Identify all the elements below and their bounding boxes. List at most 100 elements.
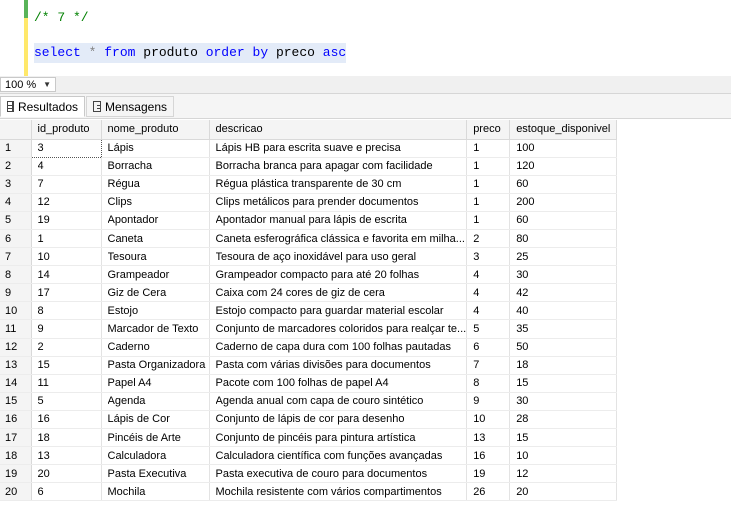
- cell-preco[interactable]: 1: [466, 211, 511, 230]
- table-row[interactable]: 14 11 Papel A4 Pacote com 100 folhas de pap…: [0, 374, 618, 393]
- cell-id-produto[interactable]: 12: [31, 193, 102, 212]
- cell-estoque[interactable]: 20: [509, 482, 618, 502]
- corner-cell[interactable]: [0, 120, 32, 140]
- row-number[interactable]: 1: [0, 139, 32, 158]
- col-header-estoque-disponivel[interactable]: estoque_disponivel: [509, 120, 618, 140]
- cell-estoque[interactable]: 30: [509, 265, 618, 285]
- cell-estoque[interactable]: 60: [509, 211, 618, 230]
- row-number[interactable]: 4: [0, 193, 32, 212]
- results-grid[interactable]: id_produto nome_produto descricao preco …: [0, 120, 618, 502]
- cell-nome-produto[interactable]: Estojo: [101, 301, 210, 321]
- table-row[interactable]: 1 3 Lápis Lápis HB para escrita suave e pre…: [0, 138, 618, 158]
- cell-preco[interactable]: 19: [466, 464, 511, 484]
- cell-estoque[interactable]: 60: [509, 175, 618, 194]
- row-number[interactable]: 20: [0, 482, 32, 502]
- row-number[interactable]: 9: [0, 283, 32, 303]
- cell-estoque[interactable]: 35: [509, 319, 618, 339]
- cell-estoque[interactable]: 40: [509, 301, 618, 321]
- col-header-nome-produto[interactable]: nome_produto: [101, 120, 210, 140]
- row-number[interactable]: 16: [0, 410, 32, 430]
- table-row[interactable]: 10 8 Estojo Estojo compacto para guardar ma…: [0, 301, 618, 321]
- table-row[interactable]: 4 12 Clips Clips metálicos para prender doc…: [0, 193, 618, 212]
- cell-descricao[interactable]: Conjunto de pincéis para pintura artísti…: [209, 428, 468, 448]
- row-number[interactable]: 3: [0, 175, 32, 194]
- cell-descricao[interactable]: Grampeador compacto para até 20 folhas: [209, 265, 468, 285]
- cell-preco[interactable]: 16: [466, 446, 511, 466]
- cell-descricao[interactable]: Apontador manual para lápis de escrita: [209, 211, 468, 230]
- cell-nome-produto[interactable]: Lápis: [101, 139, 210, 158]
- tab-results[interactable]: Resultados: [0, 96, 85, 117]
- cell-preco[interactable]: 5: [466, 319, 511, 339]
- cell-estoque[interactable]: 12: [509, 464, 618, 484]
- cell-estoque[interactable]: 30: [509, 392, 618, 411]
- cell-nome-produto[interactable]: Lápis de Cor: [101, 410, 210, 430]
- cell-id-produto[interactable]: 17: [31, 283, 102, 303]
- cell-preco[interactable]: 4: [466, 283, 511, 303]
- col-header-id-produto[interactable]: id_produto: [31, 120, 102, 140]
- cell-estoque[interactable]: 10: [509, 446, 618, 466]
- row-number[interactable]: 19: [0, 464, 32, 484]
- cell-descricao[interactable]: Clips metálicos para prender documentos: [209, 193, 468, 212]
- cell-id-produto[interactable]: 9: [31, 319, 102, 339]
- table-row[interactable]: 15 5 Agenda Agenda anual com capa de couro …: [0, 392, 618, 411]
- col-header-descricao[interactable]: descricao: [209, 120, 468, 140]
- cell-preco[interactable]: 1: [466, 193, 511, 212]
- cell-id-produto[interactable]: 13: [31, 446, 102, 466]
- cell-id-produto[interactable]: 8: [31, 301, 102, 321]
- table-row[interactable]: 6 1 Caneta Caneta esferográfica clássica e …: [0, 229, 618, 249]
- cell-descricao[interactable]: Pasta executiva de couro para documentos: [209, 464, 468, 484]
- cell-descricao[interactable]: Caneta esferográfica clássica e favorita…: [209, 229, 468, 249]
- cell-nome-produto[interactable]: Pincéis de Arte: [101, 428, 210, 448]
- cell-nome-produto[interactable]: Pasta Organizadora: [101, 356, 210, 375]
- cell-id-produto[interactable]: 18: [31, 428, 102, 448]
- query-editor[interactable]: /* 7 */ select * from produto order by p…: [0, 0, 731, 76]
- zoom-select[interactable]: 100 % ▼: [0, 77, 56, 92]
- cell-preco[interactable]: 1: [466, 157, 511, 176]
- cell-id-produto[interactable]: 6: [31, 482, 102, 502]
- cell-estoque[interactable]: 200: [509, 193, 618, 212]
- cell-id-produto[interactable]: 10: [31, 247, 102, 267]
- cell-descricao[interactable]: Pasta com várias divisões para documento…: [209, 356, 468, 375]
- cell-preco[interactable]: 3: [466, 247, 511, 267]
- cell-estoque[interactable]: 50: [509, 338, 618, 357]
- row-number[interactable]: 13: [0, 356, 32, 375]
- cell-nome-produto[interactable]: Régua: [101, 175, 210, 194]
- row-number[interactable]: 15: [0, 392, 32, 411]
- row-number[interactable]: 8: [0, 265, 32, 285]
- table-row[interactable]: 18 13 Calculadora Calculadora científica co…: [0, 446, 618, 466]
- row-number[interactable]: 6: [0, 229, 32, 249]
- cell-preco[interactable]: 9: [466, 392, 511, 411]
- cell-estoque[interactable]: 100: [509, 139, 618, 158]
- cell-nome-produto[interactable]: Tesoura: [101, 247, 210, 267]
- cell-nome-produto[interactable]: Caneta: [101, 229, 210, 249]
- cell-descricao[interactable]: Mochila resistente com vários compartime…: [209, 482, 468, 502]
- cell-id-produto[interactable]: 1: [31, 229, 102, 249]
- row-number[interactable]: 5: [0, 211, 32, 230]
- cell-id-produto[interactable]: 20: [31, 464, 102, 484]
- cell-descricao[interactable]: Caderno de capa dura com 100 folhas paut…: [209, 338, 468, 357]
- cell-descricao[interactable]: Pacote com 100 folhas de papel A4: [209, 374, 468, 393]
- cell-id-produto[interactable]: 16: [31, 410, 102, 430]
- cell-descricao[interactable]: Estojo compacto para guardar material es…: [209, 301, 468, 321]
- cell-descricao[interactable]: Régua plástica transparente de 30 cm: [209, 175, 468, 194]
- row-number[interactable]: 2: [0, 157, 32, 176]
- cell-descricao[interactable]: Tesoura de aço inoxidável para uso geral: [209, 247, 468, 267]
- table-row[interactable]: 20 6 Mochila Mochila resistente com vários …: [0, 482, 618, 502]
- cell-id-produto[interactable]: 14: [31, 265, 102, 285]
- cell-id-produto[interactable]: 4: [31, 157, 102, 176]
- cell-id-produto[interactable]: 2: [31, 338, 102, 357]
- table-row[interactable]: 8 14 Grampeador Grampeador compacto para at…: [0, 265, 618, 285]
- table-row[interactable]: 11 9 Marcador de Texto Conjunto de marcador…: [0, 319, 618, 339]
- cell-nome-produto[interactable]: Pasta Executiva: [101, 464, 210, 484]
- cell-preco[interactable]: 4: [466, 265, 511, 285]
- cell-descricao[interactable]: Caixa com 24 cores de giz de cera: [209, 283, 468, 303]
- cell-estoque[interactable]: 80: [509, 229, 618, 249]
- table-row[interactable]: 16 16 Lápis de Cor Conjunto de lápis de cor…: [0, 410, 618, 430]
- cell-id-produto[interactable]: 5: [31, 392, 102, 411]
- cell-descricao[interactable]: Conjunto de lápis de cor para desenho: [209, 410, 468, 430]
- table-row[interactable]: 17 18 Pincéis de Arte Conjunto de pincéis p…: [0, 428, 618, 448]
- cell-nome-produto[interactable]: Calculadora: [101, 446, 210, 466]
- cell-nome-produto[interactable]: Agenda: [101, 392, 210, 411]
- code-query-line[interactable]: select * from produto order by preco asc: [34, 43, 347, 63]
- cell-preco[interactable]: 1: [466, 139, 511, 158]
